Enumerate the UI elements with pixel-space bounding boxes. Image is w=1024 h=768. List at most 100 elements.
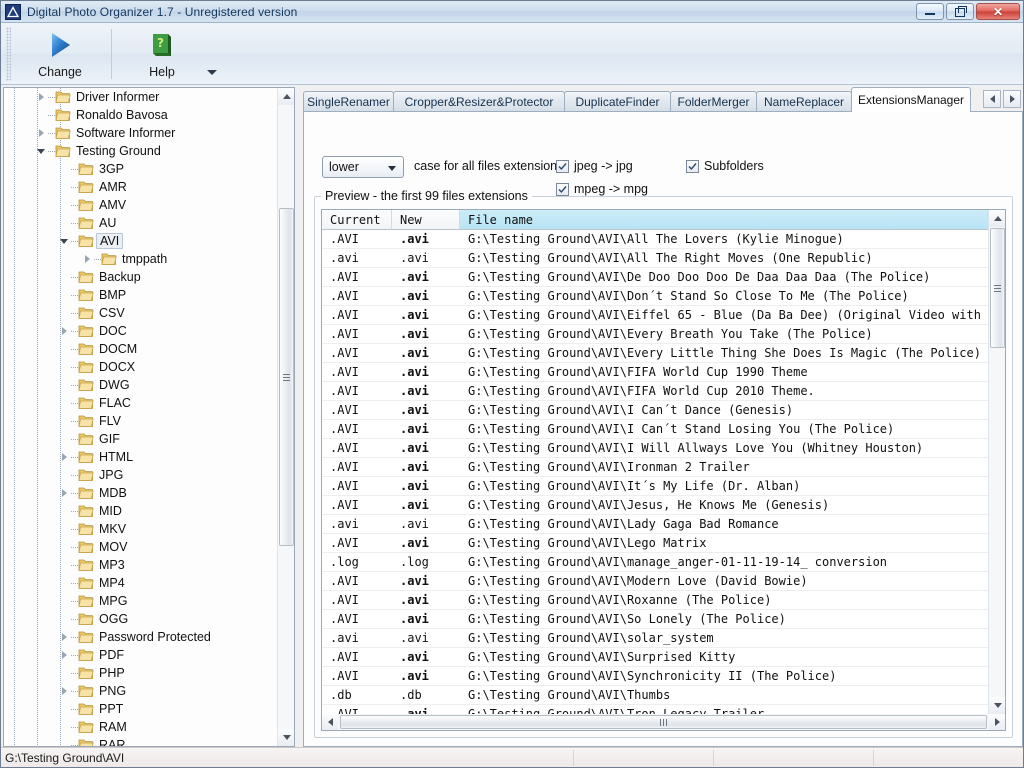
tree-item-csv[interactable]: CSV bbox=[4, 304, 277, 322]
tree-item-flac[interactable]: FLAC bbox=[4, 394, 277, 412]
tree-item-pdf[interactable]: PDF bbox=[4, 646, 277, 664]
tree-item-mkv[interactable]: MKV bbox=[4, 520, 277, 538]
scroll-thumb[interactable] bbox=[990, 228, 1005, 348]
expand-arrow-icon[interactable] bbox=[57, 448, 71, 466]
table-row[interactable]: .log.logG:\Testing Ground\AVI\manage_ang… bbox=[322, 553, 988, 572]
table-row[interactable]: .avi.aviG:\Testing Ground\AVI\solar_syst… bbox=[322, 629, 988, 648]
tree-item-mp3[interactable]: MP3 bbox=[4, 556, 277, 574]
table-row[interactable]: .avi.aviG:\Testing Ground\AVI\Lady Gaga … bbox=[322, 515, 988, 534]
column-header-file-name[interactable]: File name bbox=[460, 210, 988, 230]
checkbox-subfolders[interactable]: Subfolders bbox=[686, 159, 764, 173]
tree-item-ram[interactable]: RAM bbox=[4, 718, 277, 736]
scroll-left-button[interactable] bbox=[322, 714, 338, 730]
tree-item-backup[interactable]: Backup bbox=[4, 268, 277, 286]
tab-cropper-resizer-protector[interactable]: Cropper&Resizer&Protector bbox=[393, 91, 565, 111]
tree-item-rar[interactable]: RAR bbox=[4, 736, 277, 746]
tab-namereplacer[interactable]: NameReplacer bbox=[756, 91, 852, 111]
tree-item-dwg[interactable]: DWG bbox=[4, 376, 277, 394]
tree-vertical-scrollbar[interactable] bbox=[277, 88, 294, 746]
scroll-down-button[interactable] bbox=[989, 697, 1006, 714]
table-row[interactable]: .AVI.aviG:\Testing Ground\AVI\All The Lo… bbox=[322, 230, 988, 249]
scroll-thumb[interactable] bbox=[340, 715, 987, 729]
minimize-button[interactable] bbox=[916, 3, 944, 20]
tree-item-gif[interactable]: GIF bbox=[4, 430, 277, 448]
table-row[interactable]: .AVI.aviG:\Testing Ground\AVI\I Can´t Da… bbox=[322, 401, 988, 420]
table-row[interactable]: .AVI.aviG:\Testing Ground\AVI\Roxanne (T… bbox=[322, 591, 988, 610]
collapse-arrow-icon[interactable] bbox=[57, 232, 71, 250]
column-header-new[interactable]: New bbox=[392, 210, 460, 230]
tree-item-tmppath[interactable]: tmppath bbox=[4, 250, 277, 268]
tree-item-3gp[interactable]: 3GP bbox=[4, 160, 277, 178]
preview-grid[interactable]: Current New File name .AVI.aviG:\Testing… bbox=[321, 209, 1006, 731]
table-row[interactable]: .AVI.aviG:\Testing Ground\AVI\Every Brea… bbox=[322, 325, 988, 344]
tree-item-doc[interactable]: DOC bbox=[4, 322, 277, 340]
table-row[interactable]: .db.dbG:\Testing Ground\AVI\Thumbs bbox=[322, 686, 988, 705]
expand-arrow-icon[interactable] bbox=[57, 682, 71, 700]
tree-item-mid[interactable]: MID bbox=[4, 502, 277, 520]
help-button[interactable]: ? Help bbox=[129, 27, 195, 81]
table-row[interactable]: .AVI.aviG:\Testing Ground\AVI\I Will All… bbox=[322, 439, 988, 458]
tree-item-flv[interactable]: FLV bbox=[4, 412, 277, 430]
table-row[interactable]: .AVI.aviG:\Testing Ground\AVI\Modern Lov… bbox=[322, 572, 988, 591]
tab-scroll-right-button[interactable] bbox=[1003, 90, 1021, 108]
tree-item-mov[interactable]: MOV bbox=[4, 538, 277, 556]
tree-item-amr[interactable]: AMR bbox=[4, 178, 277, 196]
scroll-down-button[interactable] bbox=[278, 729, 295, 746]
table-row[interactable]: .AVI.aviG:\Testing Ground\AVI\Jesus, He … bbox=[322, 496, 988, 515]
scroll-thumb[interactable] bbox=[279, 208, 294, 546]
tree-item-software-informer[interactable]: Software Informer bbox=[4, 124, 277, 142]
case-select[interactable]: lower bbox=[322, 156, 404, 178]
grid-horizontal-scrollbar[interactable] bbox=[322, 714, 1005, 730]
scroll-up-button[interactable] bbox=[989, 210, 1006, 227]
table-row[interactable]: .AVI.aviG:\Testing Ground\AVI\FIFA World… bbox=[322, 382, 988, 401]
scroll-up-button[interactable] bbox=[278, 88, 295, 105]
tab-duplicatefinder[interactable]: DuplicateFinder bbox=[564, 91, 671, 111]
table-row[interactable]: .avi.aviG:\Testing Ground\AVI\All The Ri… bbox=[322, 249, 988, 268]
tree-item-testing-ground[interactable]: Testing Ground bbox=[4, 142, 277, 160]
tree-item-ppt[interactable]: PPT bbox=[4, 700, 277, 718]
tree-item-docx[interactable]: DOCX bbox=[4, 358, 277, 376]
scroll-right-button[interactable] bbox=[989, 714, 1005, 730]
tree-item-ronaldo-bavosa[interactable]: Ronaldo Bavosa bbox=[4, 106, 277, 124]
table-row[interactable]: .AVI.aviG:\Testing Ground\AVI\It´s My Li… bbox=[322, 477, 988, 496]
tree-item-png[interactable]: PNG bbox=[4, 682, 277, 700]
tree-item-html[interactable]: HTML bbox=[4, 448, 277, 466]
checkbox-mpeg-to-mpg[interactable]: mpeg -> mpg bbox=[556, 182, 648, 196]
expand-arrow-icon[interactable] bbox=[57, 322, 71, 340]
tree-item-au[interactable]: AU bbox=[4, 214, 277, 232]
table-row[interactable]: .AVI.aviG:\Testing Ground\AVI\Surprised … bbox=[322, 648, 988, 667]
table-row[interactable]: .AVI.aviG:\Testing Ground\AVI\I Can´t St… bbox=[322, 420, 988, 439]
tree-item-amv[interactable]: AMV bbox=[4, 196, 277, 214]
checkbox-jpeg-to-jpg[interactable]: jpeg -> jpg bbox=[556, 159, 633, 173]
toolbar-grip[interactable] bbox=[6, 27, 11, 81]
expand-arrow-icon[interactable] bbox=[57, 646, 71, 664]
table-row[interactable]: .AVI.aviG:\Testing Ground\AVI\Don´t Stan… bbox=[322, 287, 988, 306]
close-button[interactable]: ✕ bbox=[976, 3, 1020, 20]
tree-item-password-protected[interactable]: Password Protected bbox=[4, 628, 277, 646]
tree-item-ogg[interactable]: OGG bbox=[4, 610, 277, 628]
table-row[interactable]: .AVI.aviG:\Testing Ground\AVI\Lego Matri… bbox=[322, 534, 988, 553]
tree-item-mp4[interactable]: MP4 bbox=[4, 574, 277, 592]
tab-foldermerger[interactable]: FolderMerger bbox=[670, 91, 757, 111]
expand-arrow-icon[interactable] bbox=[80, 250, 94, 268]
restore-button[interactable] bbox=[946, 3, 974, 20]
tree-item-jpg[interactable]: JPG bbox=[4, 466, 277, 484]
expand-arrow-icon[interactable] bbox=[34, 124, 48, 142]
tab-extensionsmanager[interactable]: ExtensionsManager bbox=[851, 87, 971, 112]
table-row[interactable]: .AVI.aviG:\Testing Ground\AVI\De Doo Doo… bbox=[322, 268, 988, 287]
table-row[interactable]: .AVI.aviG:\Testing Ground\AVI\Ironman 2 … bbox=[322, 458, 988, 477]
chevron-down-icon[interactable] bbox=[207, 70, 217, 75]
change-button[interactable]: Change bbox=[27, 27, 93, 81]
folder-tree[interactable]: Driver InformerRonaldo BavosaSoftware In… bbox=[4, 88, 277, 746]
tree-item-driver-informer[interactable]: Driver Informer bbox=[4, 88, 277, 106]
table-row[interactable]: .AVI.aviG:\Testing Ground\AVI\Tron Legac… bbox=[322, 705, 988, 714]
tree-item-mpg[interactable]: MPG bbox=[4, 592, 277, 610]
expand-arrow-icon[interactable] bbox=[57, 628, 71, 646]
column-header-current[interactable]: Current bbox=[322, 210, 392, 230]
table-row[interactable]: .AVI.aviG:\Testing Ground\AVI\So Lonely … bbox=[322, 610, 988, 629]
tab-singlerenamer[interactable]: SingleRenamer bbox=[303, 91, 394, 111]
collapse-arrow-icon[interactable] bbox=[34, 142, 48, 160]
tree-item-php[interactable]: PHP bbox=[4, 664, 277, 682]
table-row[interactable]: .AVI.aviG:\Testing Ground\AVI\Eiffel 65 … bbox=[322, 306, 988, 325]
table-row[interactable]: .AVI.aviG:\Testing Ground\AVI\Synchronic… bbox=[322, 667, 988, 686]
